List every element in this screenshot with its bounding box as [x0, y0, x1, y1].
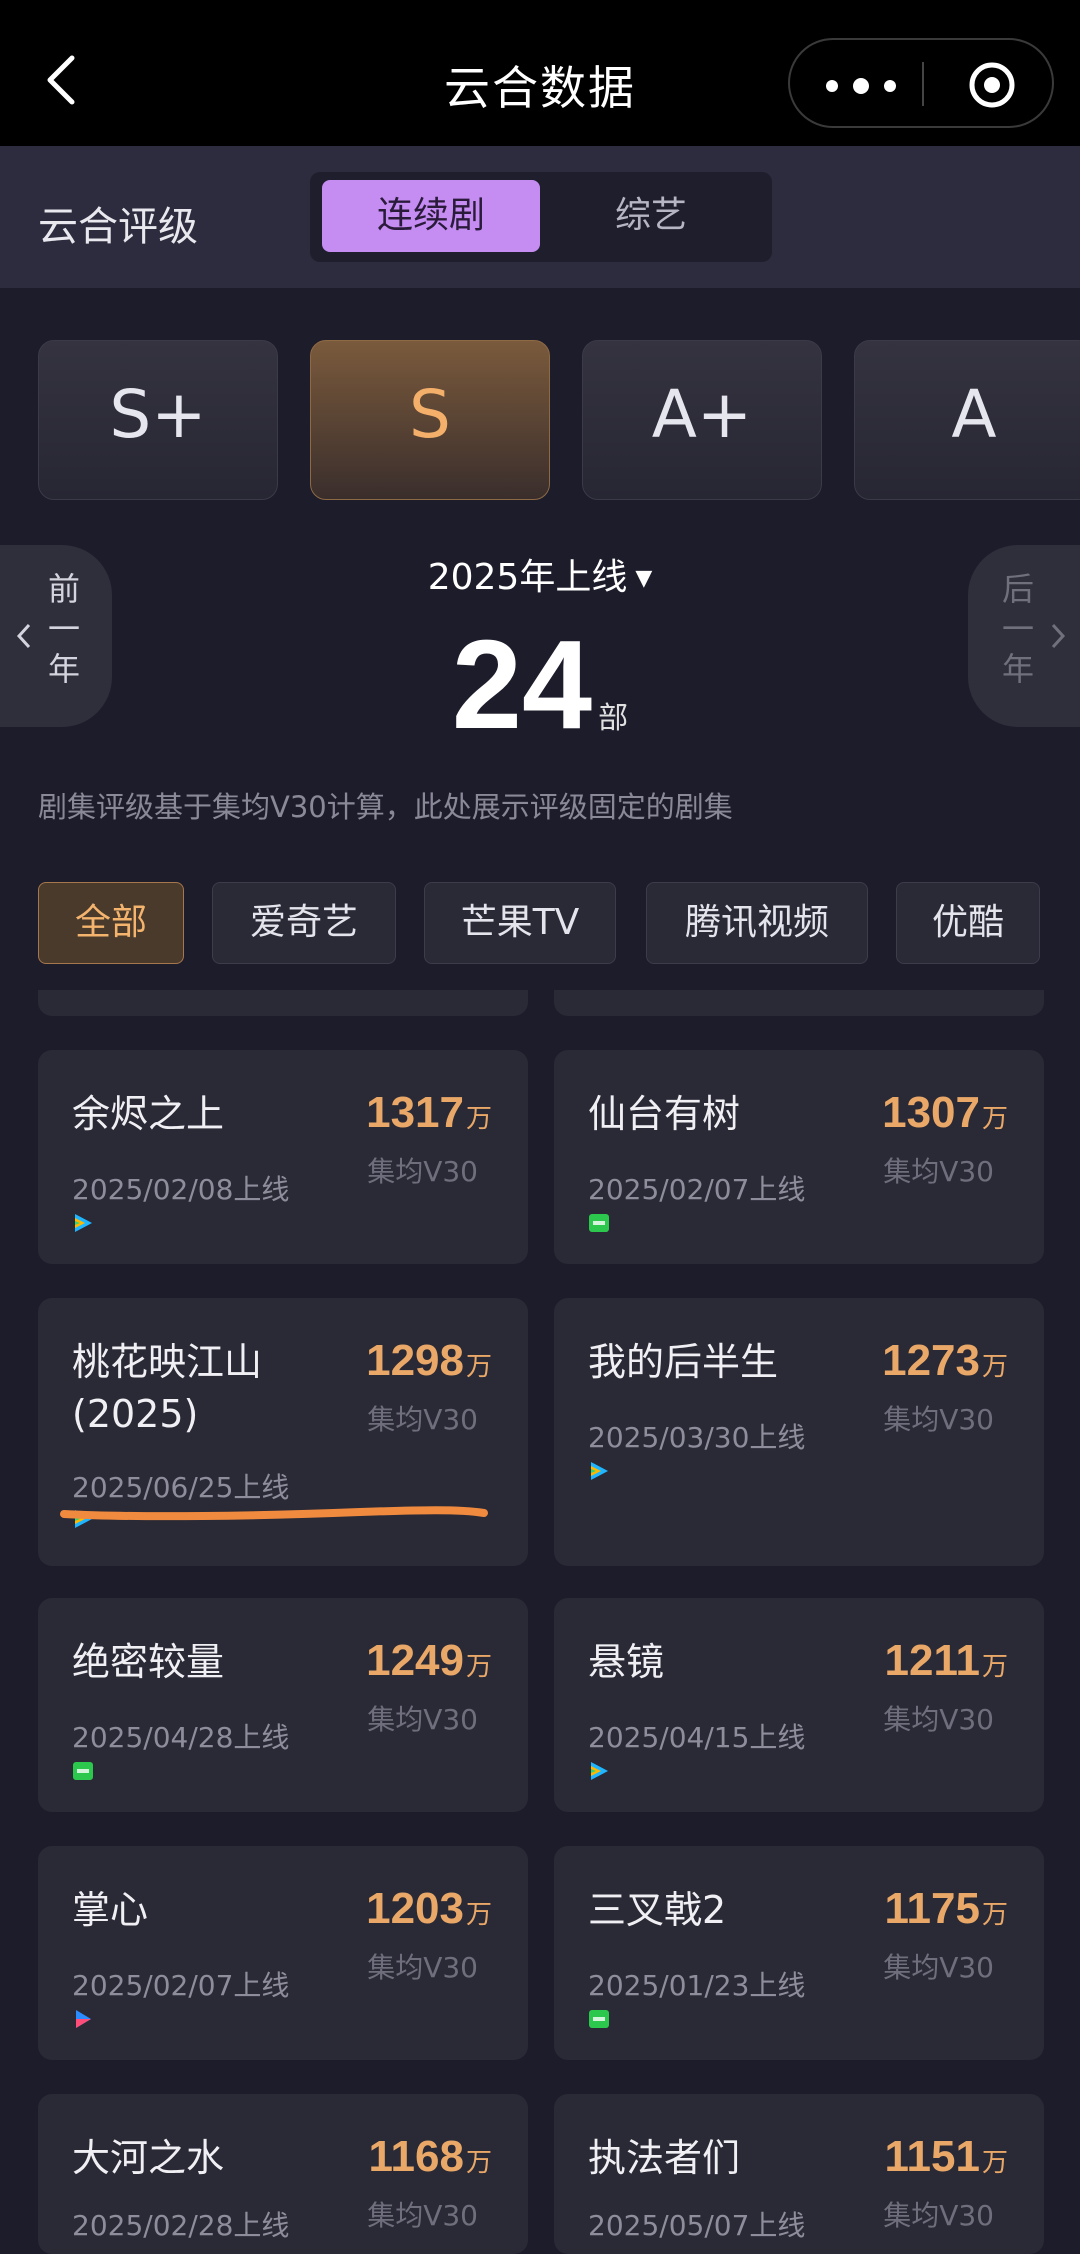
show-card[interactable]: 桃花映江山 (2025) 2025/06/25上线 1298万 集均V30	[38, 1298, 528, 1566]
show-date: 2025/03/30上线	[588, 1421, 806, 1454]
show-name: 绝密较量	[72, 1640, 225, 1684]
show-name: 余烬之上	[72, 1092, 225, 1136]
show-metric: 集均V30	[883, 1703, 994, 1736]
highlight-underline	[60, 1506, 488, 1521]
show-card[interactable]: 掌心 2025/02/07上线 1203万 集均V30	[38, 1846, 528, 2060]
show-card[interactable]: 执法者们 2025/05/07上线 1151万 集均V30	[554, 2094, 1044, 2254]
year-selector[interactable]: 2025年上线 ▼	[0, 548, 1080, 600]
rating-title: 云合评级	[38, 204, 198, 250]
show-score: 1175万	[884, 1884, 1008, 1933]
show-metric: 集均V30	[367, 1951, 478, 1984]
show-name: 大河之水	[72, 2136, 225, 2180]
show-count-unit: 部	[598, 701, 629, 736]
show-date: 2025/02/07上线	[72, 1969, 290, 2002]
tencent-video-icon	[75, 1214, 92, 1232]
tab-variety[interactable]: 综艺	[542, 180, 760, 252]
mini-program-capsule	[788, 38, 1054, 128]
rating-note: 剧集评级基于集均V30计算，此处展示评级固定的剧集	[38, 790, 733, 824]
show-name: 掌心	[72, 1888, 149, 1932]
card-edge	[554, 990, 1044, 1016]
show-card[interactable]: 悬镜 2025/04/15上线 1211万 集均V30	[554, 1598, 1044, 1812]
show-metric: 集均V30	[367, 2199, 478, 2232]
show-score: 1168万	[368, 2132, 492, 2181]
category-switch: 连续剧 综艺	[310, 172, 772, 262]
show-score: 1203万	[366, 1884, 492, 1933]
show-name: 悬镜	[588, 1640, 665, 1684]
youku-icon	[76, 2010, 91, 2028]
show-date: 2025/02/28上线	[72, 2209, 290, 2242]
show-card[interactable]: 余烬之上 2025/02/08上线 1317万 集均V30	[38, 1050, 528, 1264]
show-metric: 集均V30	[367, 1403, 478, 1436]
show-date: 2025/02/07上线	[588, 1173, 806, 1206]
show-count-number: 24	[451, 614, 593, 755]
show-score: 1317万	[366, 1088, 492, 1137]
platform-filter-iqiyi[interactable]: 爱奇艺	[212, 882, 396, 964]
show-metric: 集均V30	[367, 1703, 478, 1736]
show-date: 2025/01/23上线	[588, 1969, 806, 2002]
show-metric: 集均V30	[883, 1403, 994, 1436]
show-name: 仙台有树	[588, 1092, 741, 1136]
show-score: 1151万	[884, 2132, 1008, 2181]
show-date: 2025/05/07上线	[588, 2209, 806, 2242]
show-card[interactable]: 大河之水 2025/02/28上线 1168万 集均V30	[38, 2094, 528, 2254]
show-card[interactable]: 绝密较量 2025/04/28上线 1249万 集均V30	[38, 1598, 528, 1812]
grade-tab-a-plus[interactable]: A+	[582, 340, 822, 500]
platform-filter-mango[interactable]: 芒果TV	[424, 882, 616, 964]
show-name: 三叉戟2	[588, 1888, 727, 1932]
nav-bar: 云合数据	[0, 0, 1080, 146]
show-name: 我的后半生	[588, 1340, 779, 1384]
more-icon[interactable]	[826, 78, 896, 94]
iqiyi-icon	[589, 2010, 609, 2028]
tencent-video-icon	[591, 1462, 608, 1480]
platform-filter-all[interactable]: 全部	[38, 882, 184, 964]
show-metric: 集均V30	[883, 2199, 994, 2232]
show-count: 24 部	[0, 612, 1080, 757]
show-card[interactable]: 三叉戟2 2025/01/23上线 1175万 集均V30	[554, 1846, 1044, 2060]
show-score: 1249万	[366, 1636, 492, 1685]
grade-tab-s[interactable]: S	[310, 340, 550, 500]
show-metric: 集均V30	[883, 1155, 994, 1188]
show-score: 1273万	[882, 1336, 1008, 1385]
iqiyi-icon	[73, 1762, 93, 1780]
show-metric: 集均V30	[883, 1951, 994, 1984]
show-card[interactable]: 仙台有树 2025/02/07上线 1307万 集均V30	[554, 1050, 1044, 1264]
show-name: 执法者们	[588, 2136, 741, 2180]
platform-filter-tencent[interactable]: 腾讯视频	[646, 882, 868, 964]
platform-filter-youku[interactable]: 优酷	[896, 882, 1040, 964]
show-metric: 集均V30	[367, 1155, 478, 1188]
show-score: 1298万	[366, 1336, 492, 1385]
grade-tab-a[interactable]: A	[854, 340, 1080, 500]
show-date: 2025/04/28上线	[72, 1721, 290, 1754]
tab-series[interactable]: 连续剧	[322, 180, 540, 252]
show-name: 桃花映江山 (2025)	[72, 1340, 263, 1436]
show-score: 1211万	[884, 1636, 1008, 1685]
card-edge	[38, 990, 528, 1016]
show-date: 2025/04/15上线	[588, 1721, 806, 1754]
show-score: 1307万	[882, 1088, 1008, 1137]
rating-header: 云合评级 连续剧 综艺	[0, 146, 1080, 288]
show-card[interactable]: 我的后半生 2025/03/30上线 1273万 集均V30	[554, 1298, 1044, 1566]
grade-tab-s-plus[interactable]: S+	[38, 340, 278, 500]
iqiyi-icon	[589, 1214, 609, 1232]
close-miniprogram-icon[interactable]	[966, 59, 1018, 111]
year-selector-label: 2025年上线	[427, 557, 628, 598]
capsule-divider	[922, 62, 924, 106]
caret-down-icon: ▼	[635, 566, 653, 591]
show-date: 2025/02/08上线	[72, 1173, 290, 1206]
tencent-video-icon	[591, 1762, 608, 1780]
